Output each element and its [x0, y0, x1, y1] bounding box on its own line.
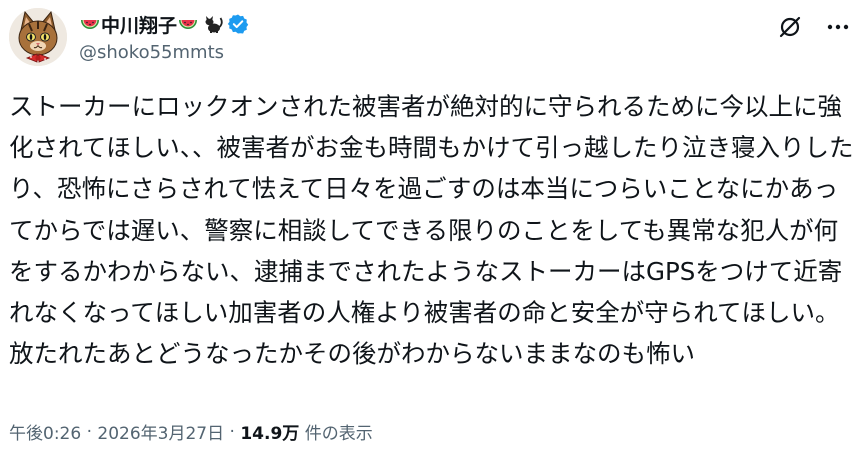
- watermelon-icon: [177, 13, 199, 35]
- views-label: 件の表示: [304, 424, 373, 444]
- tweet-card: 中川翔子 @shoko55mmts ストーカーにロックオンされた被害者が絶対的に…: [0, 0, 865, 451]
- display-name: 中川翔子: [101, 14, 178, 37]
- header-actions: [777, 14, 851, 40]
- more-icon[interactable]: [825, 14, 851, 40]
- watermelon-icon: [79, 13, 101, 35]
- views-count: 14.9万: [240, 424, 300, 444]
- tweet-text: ストーカーにロックオンされた被害者が絶対的に守られるために今以上に強化されてほし…: [9, 92, 854, 369]
- author-handle[interactable]: @shoko55mmts: [79, 42, 249, 63]
- grok-icon[interactable]: [777, 14, 803, 40]
- tweet-header: 中川翔子 @shoko55mmts: [9, 8, 851, 68]
- display-name-row[interactable]: 中川翔子: [79, 10, 249, 38]
- tweet-time[interactable]: 午後0:26: [9, 419, 81, 444]
- black-cat-icon: [202, 13, 224, 35]
- tweet-meta: 午後0:26 · 2026年3月27日 · 14.9万 件の表示: [9, 419, 373, 445]
- tweet-date[interactable]: 2026年3月27日: [97, 419, 224, 444]
- author-names: 中川翔子 @shoko55mmts: [79, 10, 249, 63]
- avatar[interactable]: [9, 8, 67, 66]
- verified-badge-icon[interactable]: [227, 13, 249, 35]
